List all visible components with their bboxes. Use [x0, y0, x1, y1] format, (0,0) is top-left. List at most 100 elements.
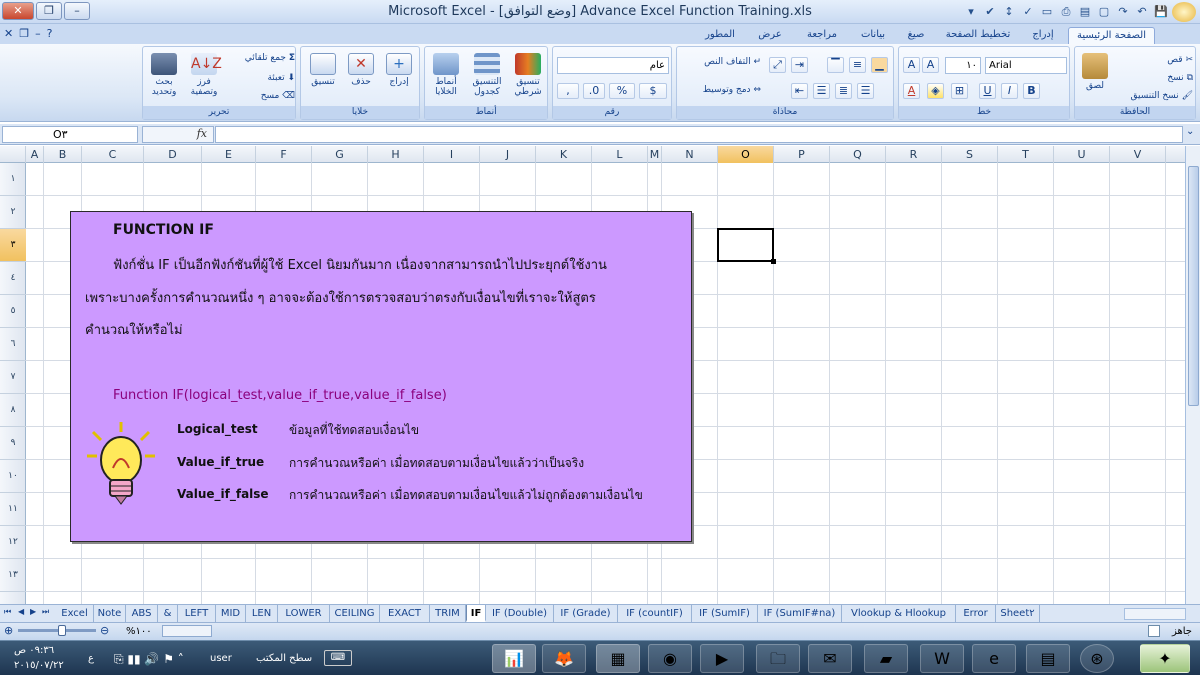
cells-area[interactable]: FUNCTION IF ฟังก์ชั่น IF เป็นอีกฟังก์ชัน…: [26, 163, 1185, 604]
worksheet-grid[interactable]: ABCDEFGHIJKLMNOPQRSTUV ١ ٢ ٣ ٤ ٥ ٦ ٧ ٨ ٩ ١٠ ١١ ١٢ ١٣…: [0, 146, 1185, 604]
ie-app-icon[interactable]: e: [972, 644, 1016, 673]
zoom-slider-knob[interactable]: [58, 625, 66, 636]
preview-icon[interactable]: ▭: [1039, 4, 1055, 20]
column-header-i[interactable]: I: [424, 146, 480, 163]
find-select-button[interactable]: بحث وتحديد: [145, 53, 183, 97]
tab-data[interactable]: بيانات: [852, 27, 894, 44]
desktop-toolbar[interactable]: سطح المكتب: [256, 653, 312, 664]
row-header-3[interactable]: ٣: [0, 229, 26, 262]
column-header-g[interactable]: G: [312, 146, 368, 163]
first-sheet-icon[interactable]: ⏮: [4, 607, 11, 617]
if-function-textbox[interactable]: FUNCTION IF ฟังก์ชั่น IF เป็นอีกฟังก์ชัน…: [70, 211, 692, 542]
spell-icon[interactable]: ✓: [1020, 4, 1036, 20]
sheet-tab-abs[interactable]: ABS: [126, 605, 158, 622]
fill-handle[interactable]: [771, 259, 776, 264]
row-header-4[interactable]: ٤: [0, 262, 26, 295]
sheet-tab-sheet-[interactable]: Sheet٢: [996, 605, 1040, 622]
user-toolbar[interactable]: user: [210, 653, 232, 664]
sheet-tab-if-countif-[interactable]: IF (countIF): [618, 605, 692, 622]
insert-function-button[interactable]: fx: [142, 126, 214, 143]
column-header-q[interactable]: Q: [830, 146, 886, 163]
fill-button[interactable]: تعبئة ⬇: [225, 73, 295, 83]
align-right-button[interactable]: ☰: [857, 83, 874, 99]
sheet-tab-if-sumif-na-[interactable]: IF (SumIF#na): [758, 605, 842, 622]
column-header-u[interactable]: U: [1054, 146, 1110, 163]
row-header-7[interactable]: ٧: [0, 361, 26, 394]
sheet-tab-if-sumif-[interactable]: IF (SumIF): [692, 605, 758, 622]
print-icon[interactable]: ⎙: [1058, 4, 1074, 20]
align-bottom-button[interactable]: ▁: [871, 57, 888, 73]
column-header-a[interactable]: A: [26, 146, 44, 163]
column-header-h[interactable]: H: [368, 146, 424, 163]
percent-button[interactable]: %: [609, 83, 635, 99]
italic-button[interactable]: I: [1001, 83, 1018, 99]
sheet-tab-note[interactable]: Note: [94, 605, 126, 622]
merge-center-button[interactable]: دمج وتوسيط ⇔: [681, 85, 761, 95]
select-all-button[interactable]: [0, 146, 26, 163]
column-header-e[interactable]: E: [202, 146, 256, 163]
vertical-scrollbar[interactable]: [1185, 146, 1200, 604]
row-header-11[interactable]: ١١: [0, 493, 26, 526]
column-header-p[interactable]: P: [774, 146, 830, 163]
column-header-j[interactable]: J: [480, 146, 536, 163]
sheet-tab-trim[interactable]: TRIM: [430, 605, 466, 622]
tray-icons[interactable]: ⎘ ▮▮ 🔊 ⚑ ˄: [114, 652, 184, 667]
align-left-button[interactable]: ☰: [813, 83, 830, 99]
wrap-text-button[interactable]: التفاف النص ↵: [681, 57, 761, 67]
qat-customize-icon[interactable]: ▾: [963, 4, 979, 20]
media-player-app-icon[interactable]: ▶: [700, 644, 744, 673]
underline-button[interactable]: U: [979, 83, 996, 99]
new-icon[interactable]: ▢: [1096, 4, 1112, 20]
paste-button[interactable]: لصق: [1077, 53, 1113, 91]
tab-page-layout[interactable]: تخطيط الصفحة: [938, 27, 1018, 44]
tab-review[interactable]: مراجعة: [796, 27, 848, 44]
sheet-tab-left[interactable]: LEFT: [178, 605, 216, 622]
column-header-d[interactable]: D: [144, 146, 202, 163]
save-icon[interactable]: 💾: [1153, 4, 1169, 20]
cut-button[interactable]: قص ✂: [1113, 55, 1193, 65]
start-logo-icon[interactable]: ✦: [1140, 644, 1190, 673]
selected-cell[interactable]: [717, 228, 774, 262]
macro-record-icon[interactable]: [1148, 625, 1160, 637]
column-header-n[interactable]: N: [662, 146, 718, 163]
indent-button[interactable]: ⇥: [791, 57, 808, 73]
vertical-scroll-thumb[interactable]: [1188, 166, 1199, 406]
sheet-tab-excel[interactable]: Excel: [56, 605, 94, 622]
borders-button[interactable]: ⊞: [951, 83, 968, 99]
last-sheet-icon[interactable]: ⏭: [42, 607, 49, 617]
keyboard-icon[interactable]: ⌨: [324, 650, 352, 666]
conditional-format-button[interactable]: تنسيق شرطي: [509, 53, 547, 97]
format-button[interactable]: تنسيق: [305, 53, 341, 87]
zoom-out-icon[interactable]: ⊖: [100, 624, 109, 637]
column-header-m[interactable]: M: [648, 146, 662, 163]
format-painter-button[interactable]: نسخ التنسيق 🖌: [1113, 91, 1193, 101]
tab-insert[interactable]: إدراج: [1022, 27, 1064, 44]
sheet-tab-mid[interactable]: MID: [216, 605, 246, 622]
row-header-13[interactable]: ١٣: [0, 559, 26, 592]
redo-icon[interactable]: ↷: [1115, 4, 1131, 20]
tab-home[interactable]: الصفحة الرئيسية: [1068, 27, 1155, 44]
horizontal-scrollbar[interactable]: [1124, 608, 1186, 620]
delete-button[interactable]: ✕ حذف: [343, 53, 379, 87]
align-center-button[interactable]: ≣: [835, 83, 852, 99]
column-header-f[interactable]: F: [256, 146, 312, 163]
fill-color-button[interactable]: ◈: [927, 83, 944, 99]
next-sheet-icon[interactable]: ▶: [30, 607, 36, 616]
sheet-tab-lower[interactable]: LOWER: [278, 605, 330, 622]
grow-font-button[interactable]: A: [903, 57, 920, 73]
sheet-tab-error[interactable]: Error: [956, 605, 996, 622]
bold-button[interactable]: B: [1023, 83, 1040, 99]
sheet-tab-ceiling[interactable]: CEILING: [330, 605, 380, 622]
sheet-tab-if[interactable]: IF: [466, 605, 486, 622]
office-button[interactable]: [1172, 2, 1196, 22]
row-header-1[interactable]: ١: [0, 163, 26, 196]
row-header-8[interactable]: ٨: [0, 394, 26, 427]
chrome-app-icon[interactable]: ◉: [648, 644, 692, 673]
column-header-o[interactable]: O: [718, 146, 774, 163]
clear-button[interactable]: مسح ⌫: [225, 91, 295, 101]
column-header-t[interactable]: T: [998, 146, 1054, 163]
autosum-button[interactable]: جمع تلقائي Σ: [225, 53, 295, 63]
orientation-button[interactable]: ⤢: [769, 57, 786, 73]
notes-app-icon[interactable]: ▰: [864, 644, 908, 673]
zoom-in-icon[interactable]: ⊕: [4, 624, 13, 637]
